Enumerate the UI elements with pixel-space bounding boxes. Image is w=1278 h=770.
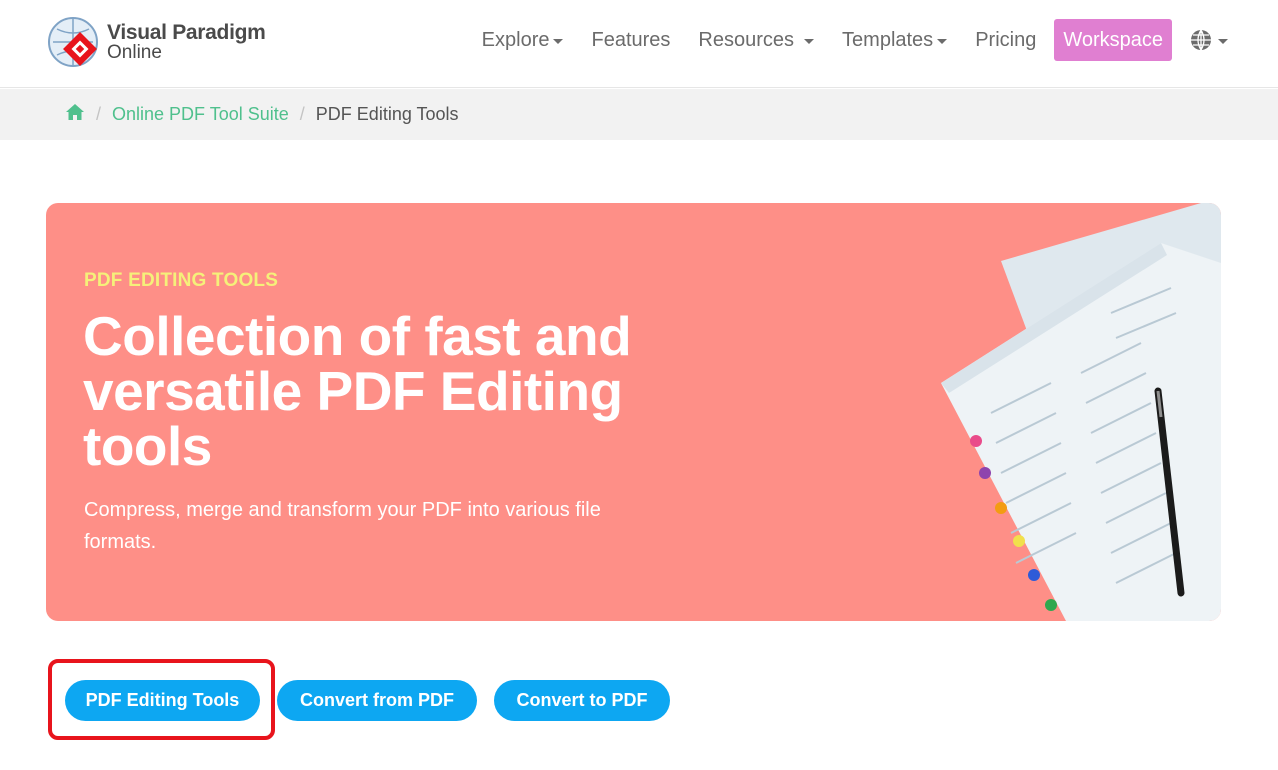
nav-features[interactable]: Features [591,29,670,52]
top-navbar: Visual Paradigm Online Explore Features … [0,0,1278,88]
main-nav: Explore Features Resources Templates Pri… [482,19,1228,61]
breadcrumb-separator: / [299,104,305,124]
caret-down-icon [804,38,815,44]
tab-convert-to-pdf[interactable]: Convert to PDF [494,680,670,721]
caret-down-icon [553,38,564,44]
visual-paradigm-logo-icon [48,17,98,67]
caret-down-icon [937,38,948,44]
nav-features-label: Features [591,28,671,51]
home-icon [66,104,84,120]
nav-explore[interactable]: Explore [482,29,564,52]
tab-convert-from-pdf[interactable]: Convert from PDF [277,680,477,721]
breadcrumb-bar: / Online PDF Tool Suite / PDF Editing To… [0,89,1278,140]
breadcrumb-separator: / [96,104,102,124]
hero-kicker: PDF EDITING TOOLS [84,270,279,291]
home-link[interactable] [65,103,85,126]
nav-explore-label: Explore [481,28,550,51]
nav-templates[interactable]: Templates [842,28,948,52]
globe-icon [1191,29,1211,51]
caret-down-icon [1218,38,1228,44]
nav-pricing[interactable]: Pricing [975,29,1036,52]
breadcrumb: / Online PDF Tool Suite / PDF Editing To… [65,89,459,140]
workspace-button[interactable]: Workspace [1054,19,1172,61]
hero-banner: PDF EDITING TOOLS Collection of fast and… [46,203,1221,621]
brand-logo[interactable]: Visual Paradigm Online [47,14,287,72]
language-selector[interactable] [1190,29,1228,51]
nav-pricing-label: Pricing [975,28,1037,51]
hero-description: Compress, merge and transform your PDF i… [84,499,601,553]
brand-subname: Online [107,42,162,63]
breadcrumb-current: PDF Editing Tools [315,104,459,124]
selection-highlight [48,659,275,740]
breadcrumb-link-pdf-tool-suite[interactable]: Online PDF Tool Suite [112,104,289,125]
nav-templates-label: Templates [842,28,934,51]
hero-illustration [941,203,1221,621]
brand-name: Visual Paradigm [107,21,266,44]
nav-resources-label: Resources [698,28,795,51]
nav-resources[interactable]: Resources [698,28,815,52]
hero-title: Collection of fast and versatile PDF Edi… [83,305,632,477]
